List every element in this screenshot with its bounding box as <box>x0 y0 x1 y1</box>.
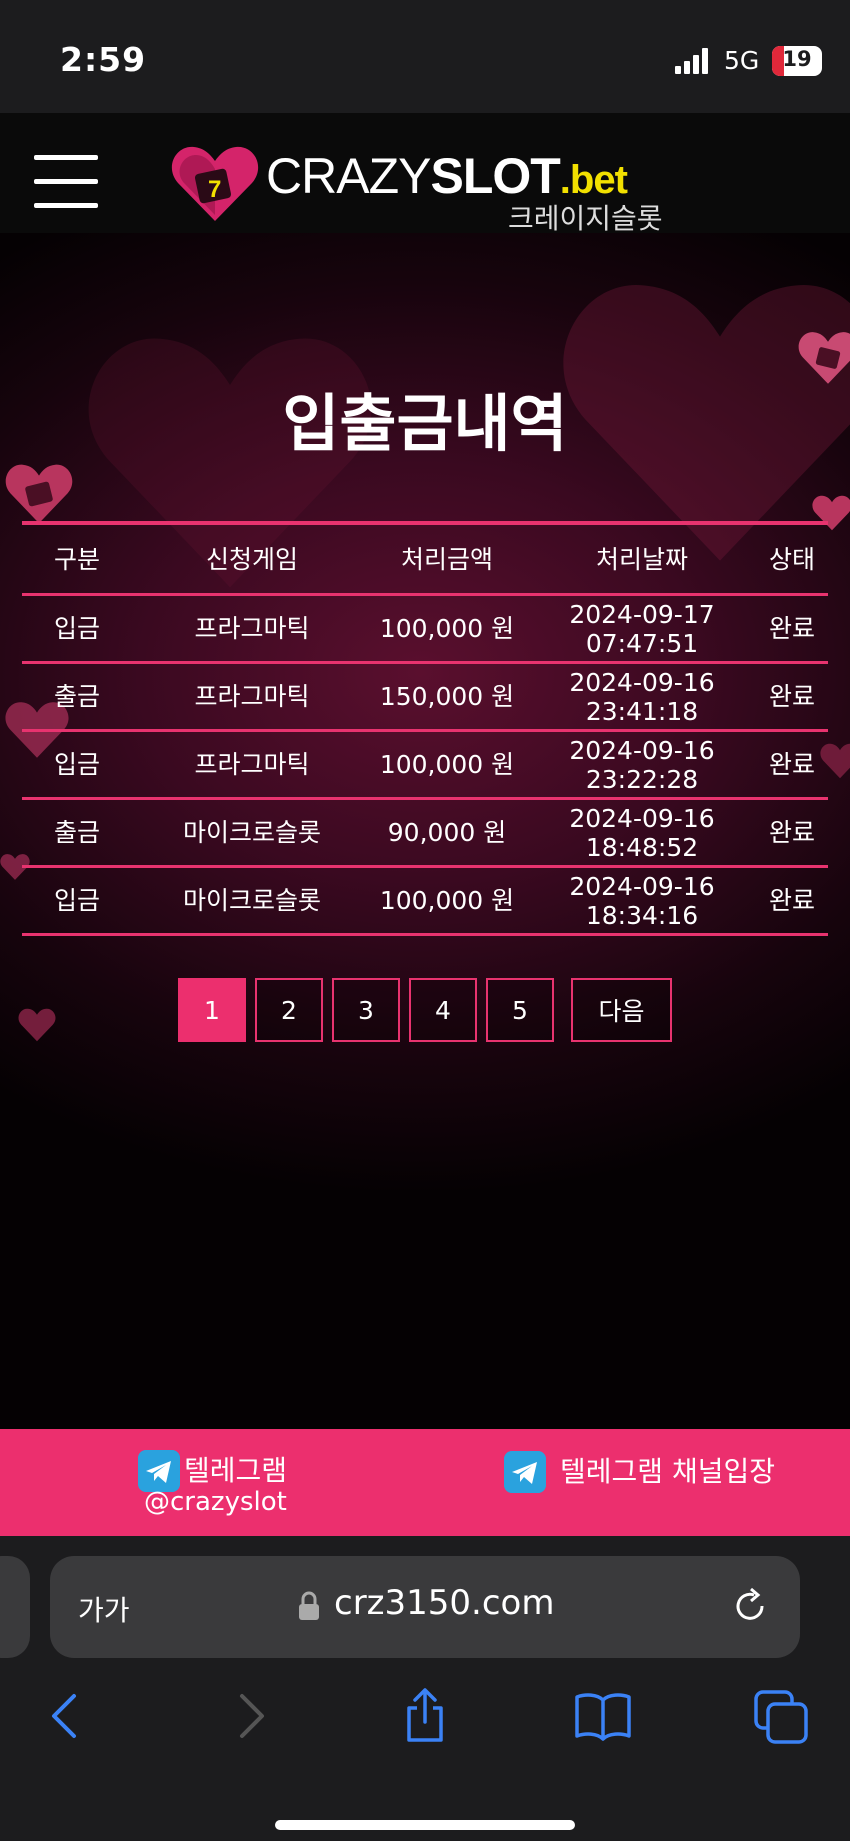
logo-heart-icon: 7 <box>171 146 259 221</box>
heart-decoration-icon <box>5 464 73 524</box>
column-header-type: 구분 <box>53 544 100 574</box>
book-icon[interactable] <box>573 1686 633 1746</box>
logo-bet: .bet <box>559 158 628 202</box>
hamburger-icon[interactable] <box>34 155 98 209</box>
logo-subtitle: 크레이지슬롯 <box>508 202 663 235</box>
table-row: 입금 프라그마틱 100,000 원 2024-09-16 23:22:28 완료 <box>22 732 828 800</box>
column-header-game: 신청게임 <box>205 544 298 574</box>
telegram-handle: @crazyslot <box>144 1487 287 1517</box>
status-bar: 2:59 5G 19 <box>0 0 850 113</box>
row-amount: 90,000 원 <box>387 818 507 847</box>
page-button-3[interactable]: 3 <box>332 978 400 1042</box>
row-datetime: 2024-09-16 23:22:28 <box>532 732 752 797</box>
row-date: 2024-09-16 <box>569 871 715 901</box>
browser-toolbar: 가가 crz3150.com <box>0 1536 850 1841</box>
row-date: 2024-09-17 <box>569 599 715 629</box>
row-type: 입금 <box>53 886 100 915</box>
chevron-left-icon[interactable] <box>36 1686 96 1746</box>
address-bar[interactable]: 가가 crz3150.com <box>50 1556 800 1658</box>
row-status: 완료 <box>768 750 815 779</box>
transaction-table: 구분 신청게임 처리금액 처리날짜 상태 입금 프라그마틱 100,000 원 … <box>22 521 828 936</box>
table-row: 입금 프라그마틱 100,000 원 2024-09-17 07:47:51 완료 <box>22 596 828 664</box>
page-button-1[interactable]: 1 <box>178 978 246 1042</box>
row-time: 18:34:16 <box>585 900 699 930</box>
share-icon[interactable] <box>395 1686 455 1746</box>
pagination: 1 2 3 4 5 다음 <box>0 978 850 1048</box>
row-status: 완료 <box>768 886 815 915</box>
page-button-2[interactable]: 2 <box>255 978 323 1042</box>
reload-icon[interactable] <box>730 1586 770 1626</box>
row-game: 마이크로슬롯 <box>182 818 321 847</box>
row-game: 프라그마틱 <box>194 614 310 643</box>
row-status: 완료 <box>768 818 815 847</box>
telegram-icon <box>504 1451 546 1493</box>
row-game: 프라그마틱 <box>194 750 310 779</box>
row-date: 2024-09-16 <box>569 803 715 833</box>
telegram-icon <box>138 1450 180 1492</box>
row-type: 입금 <box>53 614 100 643</box>
row-game: 프라그마틱 <box>194 682 310 711</box>
row-time: 23:41:18 <box>585 696 699 726</box>
row-date: 2024-09-16 <box>569 735 715 765</box>
row-amount: 100,000 원 <box>379 614 515 643</box>
status-time: 2:59 <box>60 40 147 79</box>
signal-icon <box>675 48 711 74</box>
previous-tab-preview[interactable] <box>0 1556 30 1658</box>
logo-heart-number: 7 <box>208 176 221 203</box>
chevron-right-icon[interactable] <box>220 1686 280 1746</box>
logo-crazy: CRAZY <box>266 148 431 204</box>
page-title: 입출금내역 <box>282 387 568 460</box>
page-button-5[interactable]: 5 <box>486 978 554 1042</box>
home-indicator[interactable] <box>275 1820 575 1830</box>
row-type: 출금 <box>53 682 100 711</box>
lock-icon <box>299 1591 319 1620</box>
row-datetime: 2024-09-17 07:47:51 <box>532 596 752 661</box>
table-header: 구분 신청게임 처리금액 처리날짜 상태 <box>22 521 828 596</box>
row-datetime: 2024-09-16 18:48:52 <box>532 800 752 865</box>
telegram-bar: 텔레그램 @crazyslot 텔레그램 채널입장 <box>0 1429 850 1536</box>
row-time: 23:22:28 <box>585 764 699 794</box>
battery-icon: 19 <box>772 46 822 76</box>
row-game: 마이크로슬롯 <box>182 886 321 915</box>
site-header: 7 CRAZYSLOT.bet 크레이지슬롯 <box>0 113 850 235</box>
row-time: 18:48:52 <box>585 832 699 862</box>
row-datetime: 2024-09-16 23:41:18 <box>532 664 752 729</box>
text-size-button[interactable]: 가가 <box>78 1589 130 1629</box>
tabs-icon[interactable] <box>752 1686 812 1746</box>
network-label: 5G <box>724 46 760 75</box>
row-amount: 100,000 원 <box>379 886 515 915</box>
column-header-date: 처리날짜 <box>595 544 688 574</box>
table-row: 입금 마이크로슬롯 100,000 원 2024-09-16 18:34:16 완… <box>22 868 828 936</box>
column-header-amount: 처리금액 <box>400 544 493 574</box>
row-date: 2024-09-16 <box>569 667 715 697</box>
table-row: 출금 프라그마틱 150,000 원 2024-09-16 23:41:18 완료 <box>22 664 828 732</box>
battery-level: 19 <box>782 47 812 71</box>
telegram-label: 텔레그램 <box>184 1454 288 1487</box>
logo-slot: SLOT <box>430 148 560 204</box>
url-text[interactable]: crz3150.com <box>334 1583 554 1623</box>
row-type: 입금 <box>53 750 100 779</box>
main-content: 입출금내역 구분 신청게임 처리금액 처리날짜 상태 입금 프라그마틱 100,… <box>0 233 850 1429</box>
telegram-channel-label: 텔레그램 채널입장 <box>560 1455 775 1488</box>
row-status: 완료 <box>768 614 815 643</box>
row-amount: 100,000 원 <box>379 750 515 779</box>
row-datetime: 2024-09-16 18:34:16 <box>532 868 752 933</box>
column-header-status: 상태 <box>768 544 815 574</box>
next-page-button[interactable]: 다음 <box>571 978 672 1042</box>
page-button-4[interactable]: 4 <box>409 978 477 1042</box>
row-amount: 150,000 원 <box>379 682 515 711</box>
site-logo[interactable]: 7 CRAZYSLOT.bet 크레이지슬롯 <box>170 145 690 235</box>
table-row: 출금 마이크로슬롯 90,000 원 2024-09-16 18:48:52 완료 <box>22 800 828 868</box>
row-type: 출금 <box>53 818 100 847</box>
row-time: 07:47:51 <box>585 628 699 658</box>
row-status: 완료 <box>768 682 815 711</box>
